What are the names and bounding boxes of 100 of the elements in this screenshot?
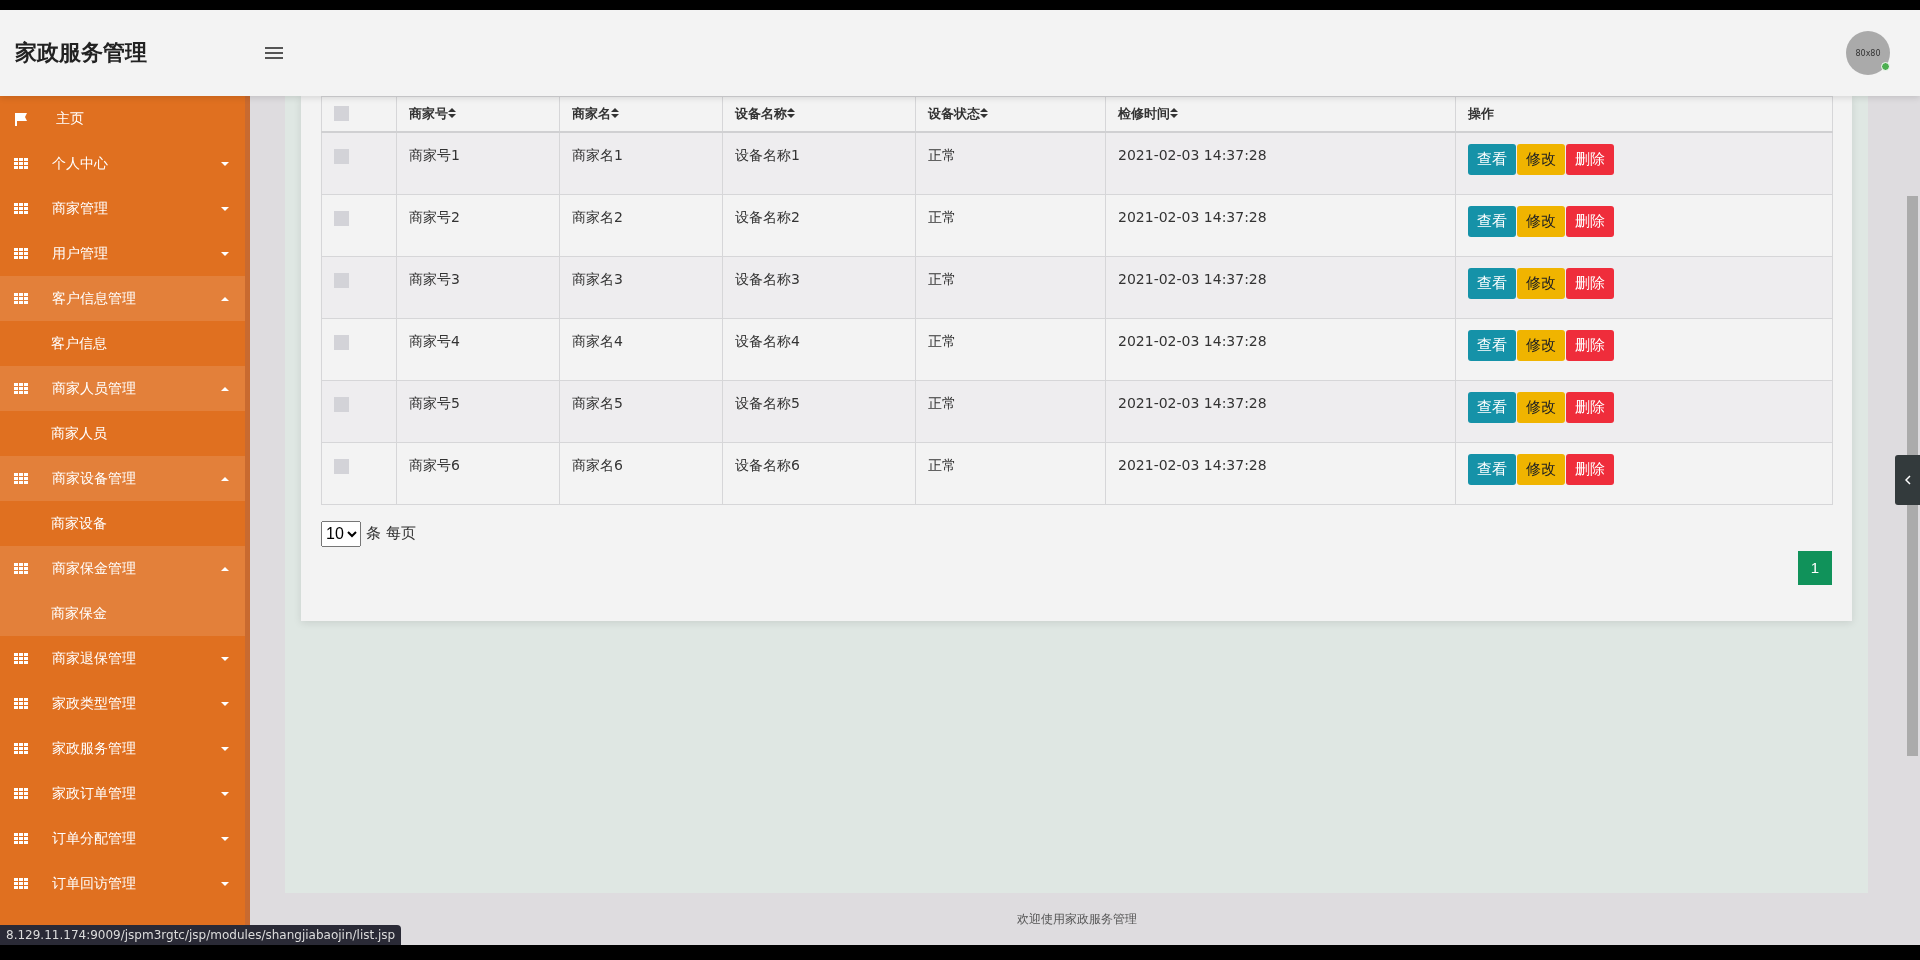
sort-icon[interactable] <box>611 108 619 118</box>
caret-icon <box>221 206 229 211</box>
grid-icon <box>14 248 28 259</box>
row-checkbox[interactable] <box>334 210 349 226</box>
delete-button[interactable]: 删除 <box>1566 205 1614 237</box>
table-cell: 设备名称6 <box>735 456 800 473</box>
delete-button[interactable]: 删除 <box>1566 329 1614 361</box>
table-cell: 设备名称3 <box>735 270 800 287</box>
view-button[interactable]: 查看 <box>1468 144 1516 175</box>
menu-icon[interactable] <box>265 46 283 60</box>
column-header[interactable]: 设备名称 <box>735 106 787 121</box>
sort-icon[interactable] <box>1170 108 1178 118</box>
caret-icon <box>221 746 229 751</box>
view-button[interactable]: 查看 <box>1468 329 1516 361</box>
delete-button[interactable]: 删除 <box>1566 453 1614 485</box>
page-size-label: 条 每页 <box>366 524 416 543</box>
view-button[interactable]: 查看 <box>1468 205 1516 237</box>
table-cell: 2021-02-03 14:37:28 <box>1118 332 1267 349</box>
table-cell: 商家名1 <box>572 147 623 163</box>
edit-button[interactable]: 修改 <box>1517 144 1565 175</box>
grid-icon <box>14 698 28 709</box>
table-cell: 2021-02-03 14:37:28 <box>1118 147 1267 163</box>
caret-icon <box>221 251 229 256</box>
edit-button[interactable]: 修改 <box>1517 205 1565 237</box>
table-cell: 2021-02-03 14:37:28 <box>1118 208 1267 225</box>
row-checkbox[interactable] <box>334 396 349 412</box>
grid-icon <box>14 653 28 664</box>
caret-icon <box>221 566 229 571</box>
chevron-left-icon <box>1904 475 1911 485</box>
grid-icon <box>14 878 28 889</box>
column-header: 操作 <box>1468 106 1494 121</box>
row-checkbox[interactable] <box>334 334 349 350</box>
grid-icon <box>14 383 28 394</box>
sidebar-subitem[interactable]: 客户信息 <box>0 321 245 366</box>
view-button[interactable]: 查看 <box>1468 453 1516 485</box>
edit-button[interactable]: 修改 <box>1517 267 1565 299</box>
sidebar-item[interactable]: 商家人员管理 <box>0 366 245 411</box>
sidebar-item[interactable]: 商家保金管理 <box>0 546 245 591</box>
view-button[interactable]: 查看 <box>1468 267 1516 299</box>
edit-button[interactable]: 修改 <box>1517 453 1565 485</box>
column-header[interactable]: 商家号 <box>409 106 448 121</box>
table-cell: 正常 <box>928 147 956 163</box>
table-cell: 设备名称2 <box>735 208 800 225</box>
row-checkbox[interactable] <box>334 149 349 164</box>
table-cell: 正常 <box>928 270 956 287</box>
table-cell: 设备名称5 <box>735 394 800 411</box>
delete-button[interactable]: 删除 <box>1566 144 1614 175</box>
delete-button[interactable]: 删除 <box>1566 267 1614 299</box>
grid-icon <box>14 293 28 304</box>
user-avatar[interactable]: 80x80 <box>1846 31 1890 75</box>
sidebar-item[interactable]: 个人中心 <box>0 141 245 186</box>
caret-icon <box>221 656 229 661</box>
status-url: 8.129.11.174:9009/jspm3rgtc/jsp/modules/shangjiabaojin/list.jsp <box>0 925 402 945</box>
collapse-tab[interactable] <box>1895 455 1920 505</box>
caret-icon <box>221 386 229 391</box>
grid-icon <box>14 743 28 754</box>
sidebar-item[interactable]: 商家退保管理 <box>0 636 245 681</box>
sidebar-item[interactable]: 订单分配管理 <box>0 816 245 861</box>
grid-icon <box>14 473 28 484</box>
caret-icon <box>221 701 229 706</box>
table-cell: 商家号4 <box>409 332 460 349</box>
table-cell: 商家名6 <box>572 456 623 473</box>
caret-icon <box>221 881 229 886</box>
sidebar-item[interactable]: 商家管理 <box>0 186 245 231</box>
column-header[interactable]: 商家名 <box>572 106 611 121</box>
sort-icon[interactable] <box>448 108 456 118</box>
page-button[interactable]: 1 <box>1798 550 1832 585</box>
view-button[interactable]: 查看 <box>1468 391 1516 423</box>
sidebar-item[interactable]: 家政类型管理 <box>0 681 245 726</box>
table-cell: 商家名3 <box>572 270 623 287</box>
page-size-select[interactable]: 10 <box>321 520 361 547</box>
table-cell: 商家号3 <box>409 270 460 287</box>
edit-button[interactable]: 修改 <box>1517 391 1565 423</box>
sidebar-subitem[interactable]: 商家设备 <box>0 501 245 546</box>
column-header[interactable]: 检修时间 <box>1118 106 1170 121</box>
sidebar-item[interactable]: 家政服务管理 <box>0 726 245 771</box>
app-title: 家政服务管理 <box>15 39 148 67</box>
sidebar-item[interactable]: 客户信息管理 <box>0 276 245 321</box>
edit-button[interactable]: 修改 <box>1517 329 1565 361</box>
sidebar-subitem[interactable]: 商家人员 <box>0 411 245 456</box>
table-cell: 正常 <box>928 208 956 225</box>
sidebar-item[interactable]: 家政订单管理 <box>0 771 245 816</box>
sort-icon[interactable] <box>980 108 988 118</box>
table-cell: 设备名称1 <box>735 147 800 163</box>
row-checkbox[interactable] <box>334 458 349 474</box>
table-cell: 商家名2 <box>572 208 623 225</box>
sort-icon[interactable] <box>787 108 795 118</box>
sidebar-subitem[interactable]: 商家保金 <box>0 591 245 636</box>
sidebar-item[interactable]: 商家设备管理 <box>0 456 245 501</box>
table-cell: 商家号6 <box>409 456 460 473</box>
grid-icon <box>14 788 28 799</box>
row-checkbox[interactable] <box>334 272 349 288</box>
select-all-checkbox[interactable] <box>334 106 349 121</box>
table-cell: 商家号2 <box>409 208 460 225</box>
sidebar-item[interactable]: 主页 <box>0 96 245 141</box>
sidebar-item[interactable]: 用户管理 <box>0 231 245 276</box>
delete-button[interactable]: 删除 <box>1566 391 1614 423</box>
table-cell: 2021-02-03 14:37:28 <box>1118 394 1267 411</box>
column-header[interactable]: 设备状态 <box>928 106 980 121</box>
sidebar-item[interactable]: 订单回访管理 <box>0 861 245 906</box>
